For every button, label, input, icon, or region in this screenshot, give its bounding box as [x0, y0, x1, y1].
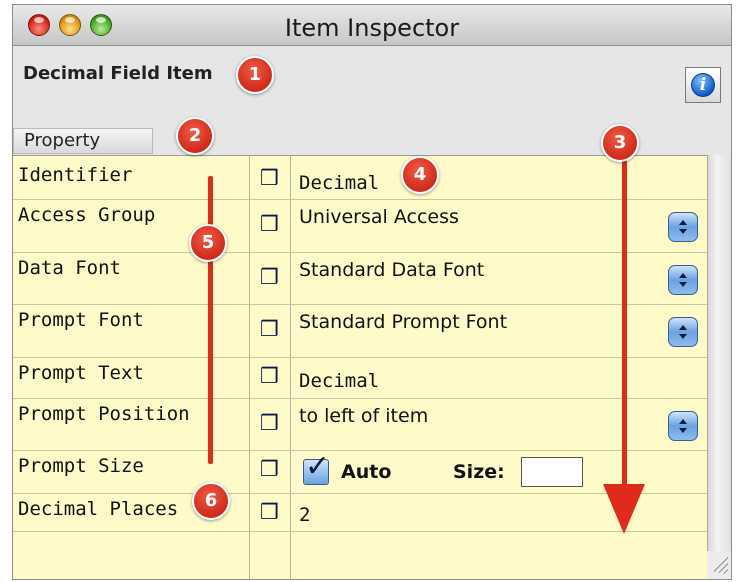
property-label: Prompt Text	[18, 362, 144, 384]
table-row[interactable]: Prompt Position ❒ to left of item	[13, 399, 707, 451]
cube-icon: ❒	[260, 411, 279, 435]
info-button[interactable]: i	[685, 67, 721, 103]
vertical-scrollbar[interactable]	[707, 155, 731, 551]
property-label: Data Font	[18, 257, 121, 279]
size-input[interactable]	[521, 457, 583, 487]
annotation-line	[208, 176, 213, 464]
property-label: Decimal Places	[18, 498, 179, 520]
property-value[interactable]: Decimal	[299, 172, 379, 194]
table-row	[13, 532, 707, 579]
auto-size-checkbox[interactable]: ✓	[303, 452, 330, 485]
annotation-badge: 4	[401, 156, 439, 194]
item-title: Decimal Field Item	[23, 63, 213, 84]
popup-arrows-icon[interactable]	[668, 317, 698, 347]
annotation-badge: 2	[176, 117, 214, 155]
table-row[interactable]: Prompt Font ❒ Standard Prompt Font	[13, 305, 707, 358]
property-label: Prompt Position	[18, 403, 190, 425]
cube-icon: ❒	[260, 364, 279, 388]
resize-grip-icon[interactable]	[707, 551, 731, 579]
annotation-badge: 6	[192, 482, 230, 520]
table-row[interactable]: Prompt Text ❒ Decimal	[13, 358, 707, 399]
property-value: Universal Access	[299, 206, 459, 228]
info-icon: i	[691, 73, 715, 97]
auto-checkbox-label: Auto	[341, 461, 392, 483]
popup-arrows-icon[interactable]	[668, 212, 698, 242]
annotation-arrow-shaft	[622, 150, 627, 490]
property-column-header[interactable]: Property	[13, 128, 153, 154]
title-bar[interactable]: Item Inspector	[13, 5, 731, 46]
property-label: Access Group	[18, 204, 156, 226]
cube-icon: ❒	[260, 166, 279, 190]
table-row[interactable]: Access Group ❒ Universal Access	[13, 200, 707, 253]
property-value[interactable]: Decimal	[299, 370, 379, 392]
property-value[interactable]: 2	[299, 504, 310, 526]
table-row[interactable]: Data Font ❒ Standard Data Font	[13, 253, 707, 305]
window-title: Item Inspector	[284, 14, 460, 42]
cube-icon: ❒	[260, 457, 279, 481]
cube-icon: ❒	[260, 500, 279, 524]
annotation-badge: 5	[189, 224, 227, 262]
property-label: Identifier	[18, 164, 133, 186]
checkmark-icon: ✓	[305, 449, 331, 484]
property-value: Standard Data Font	[299, 259, 485, 281]
popup-arrows-icon[interactable]	[668, 411, 698, 441]
table-row[interactable]: Identifier ❒ Decimal	[13, 156, 707, 200]
property-value: to left of item	[299, 405, 429, 427]
cube-icon: ❒	[260, 212, 279, 236]
property-value: Standard Prompt Font	[299, 311, 508, 333]
popup-arrows-icon[interactable]	[668, 265, 698, 295]
size-label: Size:	[453, 461, 505, 483]
property-label: Prompt Size	[18, 455, 144, 477]
cube-icon: ❒	[260, 317, 279, 341]
cube-icon: ❒	[260, 265, 279, 289]
annotation-arrow-head	[603, 484, 645, 534]
property-label: Prompt Font	[18, 309, 144, 331]
annotation-badge: 3	[601, 124, 639, 162]
annotation-badge: 1	[236, 56, 274, 94]
